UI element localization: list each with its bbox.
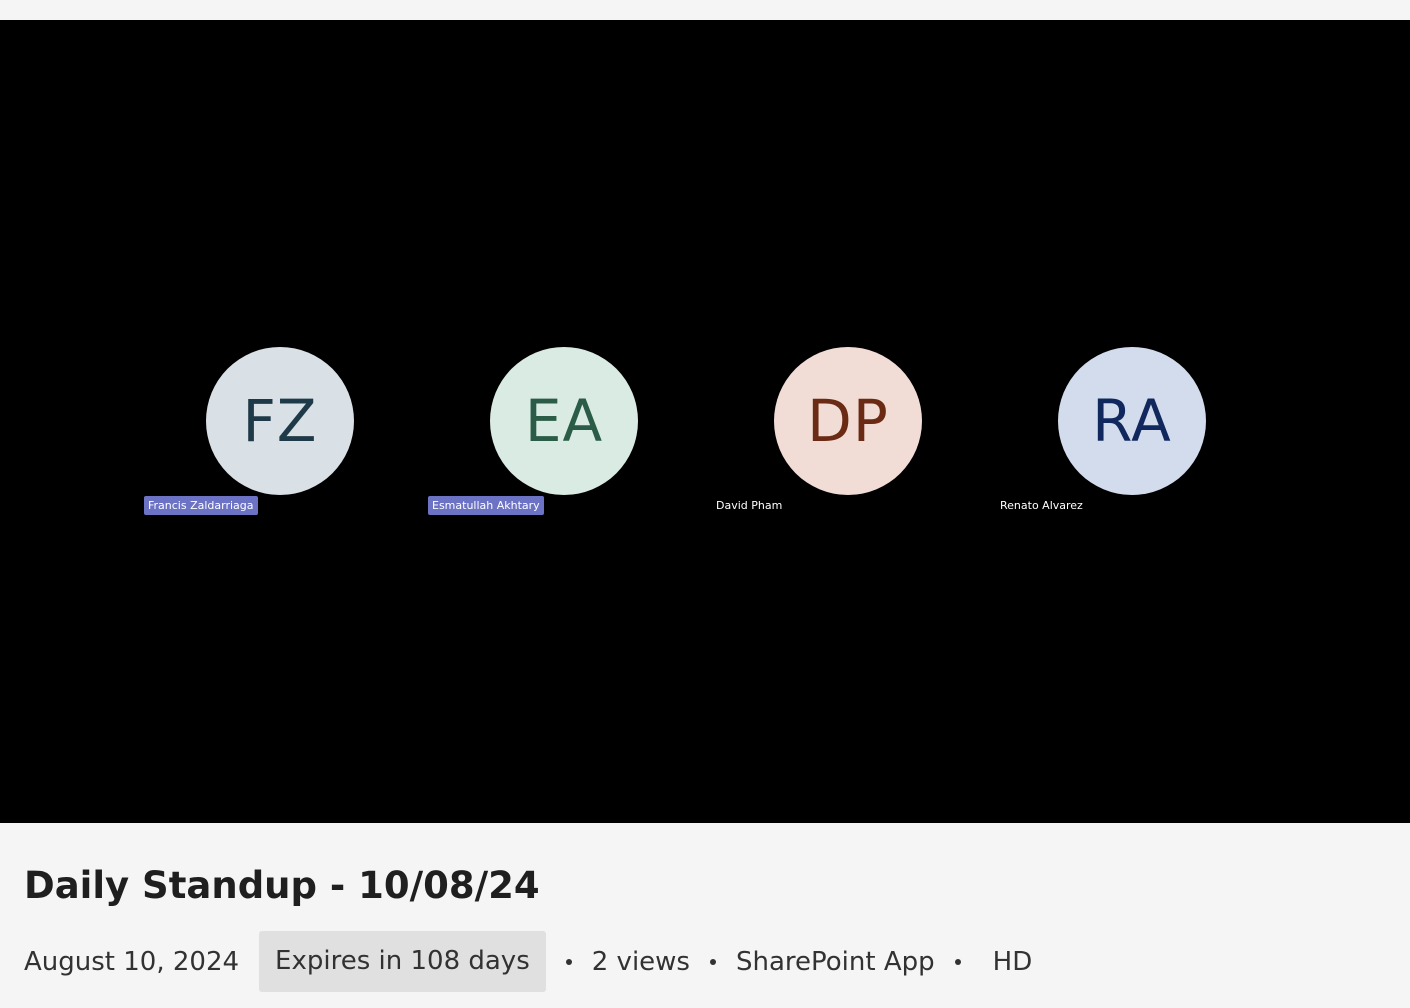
separator-dot (565, 958, 572, 965)
participant-name-tag: Francis Zaldarriaga (144, 496, 258, 515)
separator-dot (954, 958, 961, 965)
participant-name-tag: Esmatullah Akhtary (428, 496, 544, 515)
participant-avatar: EA (490, 347, 638, 495)
video-metadata: August 10, 2024 Expires in 108 days 2 vi… (24, 931, 1032, 992)
video-page: FZ Francis Zaldarriaga EA Esmatullah Akh… (0, 0, 1410, 1008)
participant-avatar: RA (1058, 347, 1206, 495)
view-count: 2 views (591, 946, 690, 977)
video-player[interactable]: FZ Francis Zaldarriaga EA Esmatullah Akh… (0, 20, 1410, 823)
expiration-badge[interactable]: Expires in 108 days (259, 931, 546, 992)
participant-name-tag: Renato Alvarez (1000, 499, 1083, 512)
source-app: SharePoint App (735, 946, 935, 977)
participant-name-tag: David Pham (716, 499, 783, 512)
separator-dot (709, 958, 716, 965)
participant-avatar: DP (774, 347, 922, 495)
participant-avatar: FZ (206, 347, 354, 495)
video-title: Daily Standup - 10/08/24 (24, 864, 540, 907)
quality-label: HD (992, 946, 1033, 977)
recording-date: August 10, 2024 (24, 946, 240, 977)
